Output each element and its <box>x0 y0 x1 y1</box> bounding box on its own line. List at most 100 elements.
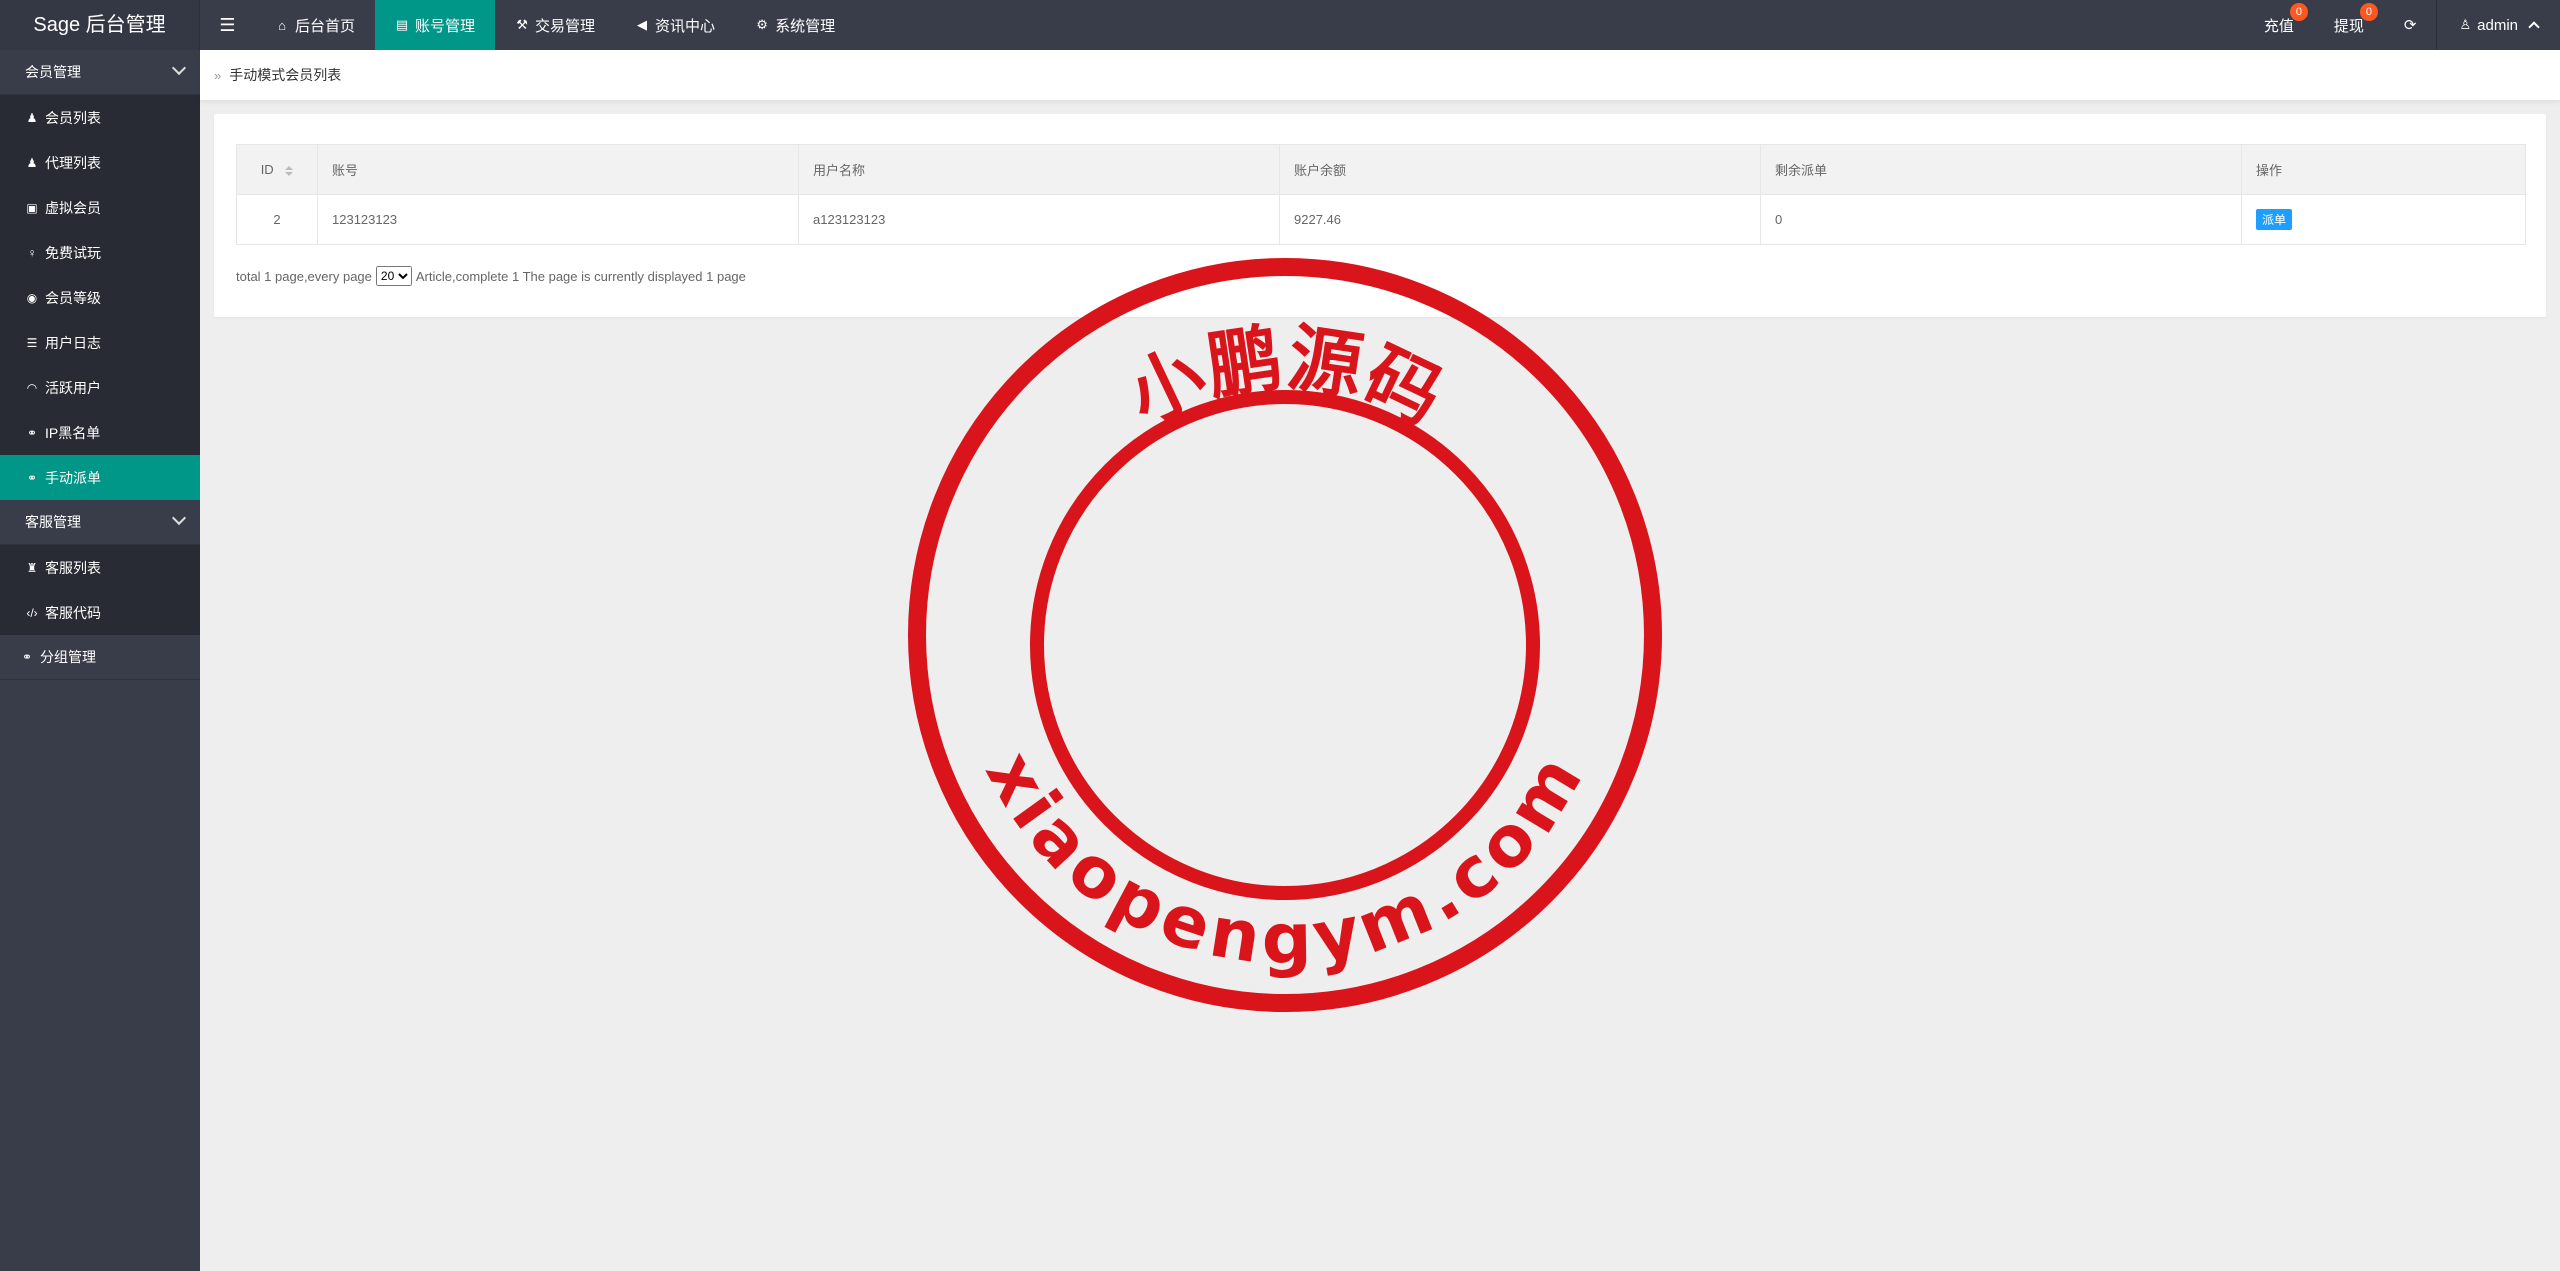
sidebar: 会员管理 ♟ 会员列表 ♟ 代理列表 ▣ 虚拟会员 ♀ 免费试玩 ◉ 会员等级 … <box>0 50 200 1271</box>
withdraw-label: 提现 <box>2333 17 2364 35</box>
pagination-prefix: total 1 page,every page <box>236 268 372 284</box>
per-page-select[interactable]: 20 <box>375 266 412 286</box>
cell-username: a123123123 <box>798 194 1280 245</box>
sidebar-item-label: 客服列表 <box>45 559 101 576</box>
top-nav-home[interactable]: ⌂ 后台首页 <box>255 0 375 50</box>
stamp-bottom-text: xiaopengym.com <box>970 737 1601 981</box>
link-icon: ⚭ <box>21 650 33 664</box>
sidebar-item-label: 免费试玩 <box>45 244 101 261</box>
column-header-account: 账号 <box>317 144 799 195</box>
stamp-outer-ring <box>908 258 1662 1012</box>
user-icon: ♙ <box>2459 17 2472 32</box>
sidebar-item-label: IP黑名单 <box>45 424 101 441</box>
top-nav-label: 后台首页 <box>295 17 356 35</box>
sidebar-item-member-list[interactable]: ♟ 会员列表 <box>0 95 200 140</box>
column-header-username: 用户名称 <box>798 144 1280 195</box>
user-icon: ♟ <box>26 110 38 125</box>
sidebar-item-active-users[interactable]: ◠ 活跃用户 <box>0 365 200 410</box>
pagination-suffix: Article,complete 1 The page is currently… <box>415 268 746 284</box>
chevron-down-icon <box>171 510 187 526</box>
top-nav-system[interactable]: ⚙ 系统管理 <box>735 0 855 50</box>
breadcrumb: » 手动模式会员列表 <box>200 50 2560 101</box>
sidebar-item-service-list[interactable]: ♜ 客服列表 <box>0 545 200 590</box>
recharge-badge: 0 <box>2289 3 2308 21</box>
withdraw-button[interactable]: 提现 0 <box>2314 0 2384 50</box>
user-name: admin <box>2477 16 2518 34</box>
top-nav: ⌂ 后台首页 ▤ 账号管理 ⚒ 交易管理 ◀ 资讯中心 ⚙ 系统管理 <box>255 0 855 50</box>
menu-toggle-icon[interactable]: ☰ <box>200 0 255 50</box>
pagination: total 1 page,every page 20 Article,compl… <box>236 266 746 286</box>
stamp-inner-ring <box>1030 390 1540 900</box>
sidebar-item-label: 客服代码 <box>45 604 101 621</box>
table-header-row: ID 账号 用户名称 账户余额 剩余派单 操作 <box>236 144 2526 195</box>
gears-icon: ⚙ <box>756 17 768 32</box>
content-card: ID 账号 用户名称 账户余额 剩余派单 操作 2 123123123 a123… <box>214 114 2546 317</box>
cell-remaining: 0 <box>1760 194 2242 245</box>
code-icon: ‹/› <box>26 605 38 620</box>
chevron-down-icon <box>171 60 187 76</box>
cell-id: 2 <box>236 194 318 245</box>
column-header-label: ID <box>260 162 274 177</box>
wifi-icon: ◠ <box>26 380 38 395</box>
sidebar-item-ip-blacklist[interactable]: ⚭ IP黑名单 <box>0 410 200 455</box>
chevron-up-icon <box>2528 21 2540 33</box>
link-icon: ⚭ <box>26 470 38 485</box>
lock-icon: ▣ <box>26 200 38 215</box>
column-header-balance: 账户余额 <box>1279 144 1761 195</box>
column-header-id[interactable]: ID <box>236 144 318 195</box>
top-nav-trade[interactable]: ⚒ 交易管理 <box>495 0 615 50</box>
home-icon: ⌂ <box>278 17 286 33</box>
sidebar-item-group-management[interactable]: ⚭ 分组管理 <box>0 635 200 680</box>
sidebar-group-members[interactable]: 会员管理 <box>0 50 200 95</box>
sidebar-item-free-trial[interactable]: ♀ 免费试玩 <box>0 230 200 275</box>
top-header: Sage 后台管理 ☰ ⌂ 后台首页 ▤ 账号管理 ⚒ 交易管理 ◀ 资讯中心 … <box>0 0 2560 50</box>
female-icon: ♀ <box>27 245 37 260</box>
refresh-icon[interactable]: ⟳ <box>2384 0 2437 50</box>
withdraw-badge: 0 <box>2359 3 2378 21</box>
stamp-top-text: 小鹏源码 <box>1115 315 1455 441</box>
sidebar-item-member-level[interactable]: ◉ 会员等级 <box>0 275 200 320</box>
cell-action: 派单 <box>2241 194 2526 245</box>
top-nav-label: 账号管理 <box>415 17 476 35</box>
link-icon: ⚭ <box>26 425 38 440</box>
sidebar-item-label: 活跃用户 <box>45 379 101 396</box>
top-nav-account[interactable]: ▤ 账号管理 <box>375 0 496 50</box>
double-chevron-right-icon: » <box>214 67 222 83</box>
gavel-icon: ⚒ <box>516 17 528 32</box>
sidebar-item-virtual-member[interactable]: ▣ 虚拟会员 <box>0 185 200 230</box>
table-row: 2 123123123 a123123123 9227.46 0 派单 <box>236 194 2526 245</box>
sidebar-item-label: 用户日志 <box>45 334 101 351</box>
cell-balance: 9227.46 <box>1279 194 1761 245</box>
sidebar-item-label: 代理列表 <box>45 154 101 171</box>
sidebar-item-label: 手动派单 <box>45 469 101 486</box>
member-table: ID 账号 用户名称 账户余额 剩余派单 操作 2 123123123 a123… <box>236 144 2526 245</box>
header-right: 充值 0 提现 0 ⟳ ♙ admin <box>2244 0 2560 50</box>
sidebar-item-service-code[interactable]: ‹/› 客服代码 <box>0 590 200 635</box>
sidebar-item-manual-dispatch[interactable]: ⚭ 手动派单 <box>0 455 200 500</box>
sidebar-item-label: 会员等级 <box>45 289 101 306</box>
sidebar-item-label: 虚拟会员 <box>45 199 101 216</box>
breadcrumb-current: 手动模式会员列表 <box>229 67 342 83</box>
app-logo[interactable]: Sage 后台管理 <box>0 0 200 50</box>
sidebar-item-agent-list[interactable]: ♟ 代理列表 <box>0 140 200 185</box>
recharge-button[interactable]: 充值 0 <box>2244 0 2314 50</box>
sidebar-item-user-log[interactable]: ☰ 用户日志 <box>0 320 200 365</box>
top-nav-label: 交易管理 <box>535 17 596 35</box>
sidebar-group-service[interactable]: 客服管理 <box>0 500 200 545</box>
gamepad-icon: ◉ <box>26 290 38 305</box>
dispatch-button[interactable]: 派单 <box>2256 209 2293 230</box>
user-menu[interactable]: ♙ admin <box>2436 0 2560 50</box>
sort-icon[interactable] <box>285 165 294 176</box>
top-nav-label: 系统管理 <box>775 17 836 35</box>
sidebar-group-label: 会员管理 <box>25 64 81 80</box>
sidebar-item-label: 分组管理 <box>40 649 96 665</box>
watermark-stamp: 小鹏源码 xiaopengym.com <box>908 258 1662 1012</box>
cell-account: 123123123 <box>317 194 799 245</box>
id-card-icon: ▤ <box>395 17 409 32</box>
users-icon: ♟ <box>26 155 38 170</box>
top-nav-label: 资讯中心 <box>655 17 716 35</box>
column-header-action: 操作 <box>2241 144 2526 195</box>
top-nav-news[interactable]: ◀ 资讯中心 <box>615 0 735 50</box>
sidebar-group-label: 客服管理 <box>25 514 81 530</box>
recharge-label: 充值 <box>2263 17 2294 35</box>
